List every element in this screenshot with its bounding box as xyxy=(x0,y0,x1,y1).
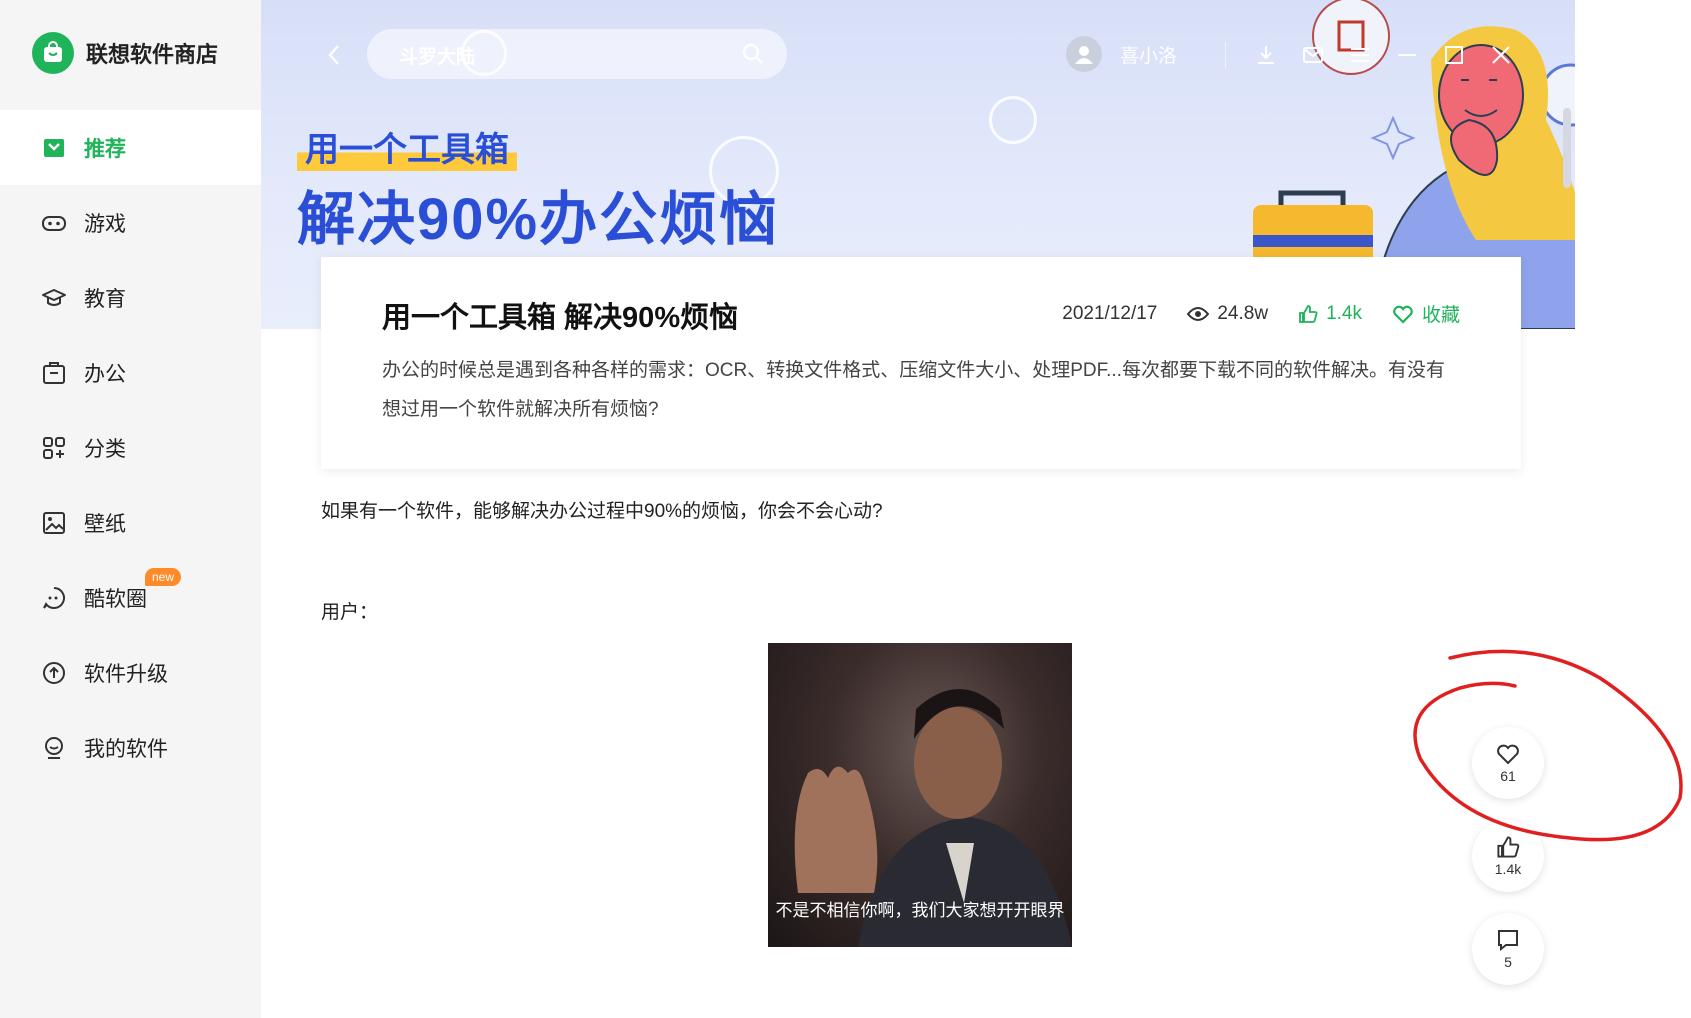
sidebar-item-category[interactable]: 分类 xyxy=(0,410,261,485)
sidebar-item-wallpaper[interactable]: 壁纸 xyxy=(0,485,261,560)
app-logo[interactable]: 联想软件商店 xyxy=(32,32,218,74)
sidebar-item-recommend[interactable]: 推荐 xyxy=(0,110,261,185)
my-software-icon xyxy=(40,734,68,762)
banner-title-line1: 用一个工具箱 xyxy=(297,122,517,171)
article-description: 办公的时候总是遇到各种各样的需求：OCR、转换文件格式、压缩文件大小、处理PDF… xyxy=(382,360,1445,420)
sidebar-item-label: 推荐 xyxy=(84,137,126,161)
maximize-button[interactable] xyxy=(1439,40,1469,70)
download-icon xyxy=(1258,46,1274,64)
favorite-count: 61 xyxy=(1500,768,1516,784)
maximize-icon xyxy=(1445,46,1463,64)
minimize-button[interactable] xyxy=(1392,40,1422,70)
banner-title-line2: 解决90%办公烦恼 xyxy=(297,187,780,252)
hamburger-menu-icon xyxy=(1351,48,1369,62)
back-button[interactable] xyxy=(319,40,349,70)
sidebar-item-label: 壁纸 xyxy=(84,512,126,536)
sidebar-item-upgrade[interactable]: 软件升级 xyxy=(0,635,261,710)
article-paragraph: 如果有一个软件，能够解决办公过程中90%的烦恼，你会不会心动? xyxy=(321,501,883,522)
view-count: 24.8w xyxy=(1187,303,1268,325)
toolbar-divider xyxy=(1225,42,1226,68)
minimize-icon xyxy=(1398,54,1416,56)
avatar xyxy=(1066,36,1102,72)
scrollbar-thumb[interactable] xyxy=(1563,108,1571,188)
briefcase-icon xyxy=(40,359,68,387)
sidebar-item-office[interactable]: 办公 xyxy=(0,335,261,410)
new-badge: new xyxy=(145,568,182,586)
wallpaper-icon xyxy=(40,509,68,537)
close-button[interactable] xyxy=(1486,40,1516,70)
view-count-value: 24.8w xyxy=(1217,302,1269,324)
favorite-button[interactable]: 收藏 xyxy=(1392,300,1460,327)
thumbs-up-icon xyxy=(1497,836,1520,858)
sidebar-item-label: 教育 xyxy=(84,287,126,311)
menu-button[interactable] xyxy=(1345,40,1375,70)
close-icon xyxy=(1492,46,1510,64)
red-annotation-circle xyxy=(1413,649,1683,842)
article-title: 用一个工具箱 解决90%烦恼 xyxy=(382,302,739,334)
recommend-icon xyxy=(40,134,68,162)
comment-icon xyxy=(1498,930,1518,952)
gamepad-icon xyxy=(40,209,68,237)
meme-caption: 不是不相信你啊，我们大家想开开眼界 xyxy=(775,901,1065,920)
search-icon[interactable] xyxy=(741,42,765,71)
sidebar-item-community[interactable]: 酷软圈 new xyxy=(0,560,261,635)
favorite-label: 收藏 xyxy=(1421,305,1460,326)
upgrade-icon xyxy=(40,659,68,687)
sidebar-nav: 推荐 游戏 教育 办公 分类 壁纸 酷软圈 new 软件升级 我的软件 xyxy=(0,110,261,785)
publish-date: 2021/12/17 xyxy=(1062,302,1158,324)
article-paragraph: 用户： xyxy=(321,602,379,623)
category-grid-icon xyxy=(40,434,68,462)
sidebar-item-label: 酷软圈 xyxy=(84,587,147,611)
like-count: 1.4k xyxy=(1494,861,1522,877)
like-button[interactable]: 1.4k xyxy=(1298,303,1362,325)
meme-image: 不是不相信你啊，我们大家想开开眼界 xyxy=(768,643,1072,947)
article-meta: 2021/12/17 24.8w 1.4k 收藏 xyxy=(1032,300,1460,327)
comment-count: 5 xyxy=(1504,954,1512,970)
sidebar-item-label: 办公 xyxy=(84,362,126,386)
heart-icon xyxy=(1497,744,1519,765)
sidebar-item-label: 我的软件 xyxy=(84,737,168,761)
sidebar-item-label: 软件升级 xyxy=(84,662,168,686)
heart-icon xyxy=(1393,305,1413,324)
favorite-float-button[interactable]: 61 xyxy=(1472,727,1544,799)
download-button[interactable] xyxy=(1251,40,1281,70)
like-count: 1.4k xyxy=(1326,302,1362,324)
sidebar-item-my-software[interactable]: 我的软件 xyxy=(0,710,261,785)
eye-icon xyxy=(1187,306,1210,321)
search-input[interactable] xyxy=(397,29,731,81)
sidebar-item-education[interactable]: 教育 xyxy=(0,260,261,335)
user-name: 喜小洛 xyxy=(1120,45,1178,67)
mail-icon xyxy=(1303,47,1323,63)
message-button[interactable] xyxy=(1298,40,1328,70)
community-icon xyxy=(40,584,68,612)
sidebar: 联想软件商店 推荐 游戏 教育 办公 分类 壁纸 酷软圈 new 软件升级 我的… xyxy=(0,0,261,1018)
sidebar-item-games[interactable]: 游戏 xyxy=(0,185,261,260)
app-name: 联想软件商店 xyxy=(86,42,219,67)
decor-bubble xyxy=(461,30,507,76)
sidebar-item-label: 游戏 xyxy=(84,212,126,236)
user-icon xyxy=(1075,46,1093,64)
sidebar-item-label: 分类 xyxy=(84,437,126,461)
user-account[interactable]: 喜小洛 xyxy=(1066,36,1177,72)
article-header-card: 用一个工具箱 解决90%烦恼 2021/12/17 24.8w 1.4k 收藏 … xyxy=(321,257,1521,469)
chevron-left-icon xyxy=(328,45,339,65)
store-bag-icon xyxy=(32,32,74,74)
search-bar xyxy=(367,29,787,81)
thumbs-up-icon xyxy=(1299,304,1318,323)
like-float-button[interactable]: 1.4k xyxy=(1472,820,1544,892)
graduation-cap-icon xyxy=(40,284,68,312)
comment-float-button[interactable]: 5 xyxy=(1472,913,1544,985)
